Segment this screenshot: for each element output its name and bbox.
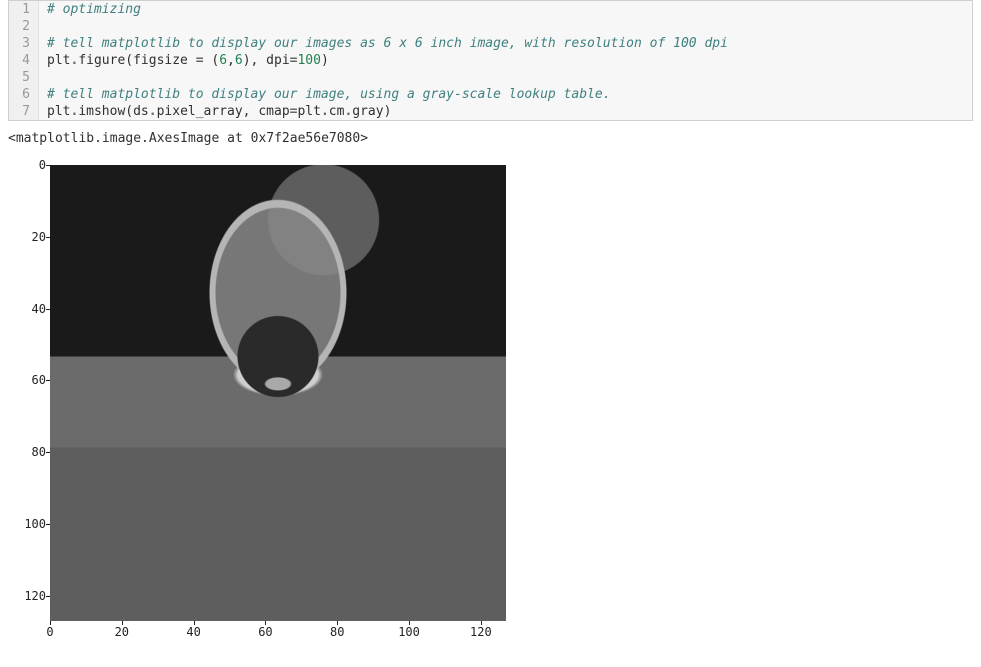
x-tick-label: 60 [258, 625, 272, 639]
y-tick-label: 40 [8, 302, 46, 316]
x-tick-mark [194, 621, 195, 625]
line-number: 1 [9, 1, 39, 18]
y-tick-label: 20 [8, 230, 46, 244]
axes: 020406080100120 020406080100120 [8, 162, 508, 642]
y-tick-mark [46, 309, 50, 310]
code-content[interactable]: # tell matplotlib to display our image, … [39, 86, 611, 103]
x-tick-mark [481, 621, 482, 625]
code-line[interactable]: 5 [9, 69, 972, 86]
code-content[interactable] [39, 18, 55, 35]
x-tick-mark [122, 621, 123, 625]
x-tick-label: 100 [398, 625, 420, 639]
x-tick-mark [409, 621, 410, 625]
output-repr: <matplotlib.image.AxesImage at 0x7f2ae56… [0, 129, 981, 156]
line-number: 4 [9, 52, 39, 69]
code-content[interactable]: plt.imshow(ds.pixel_array, cmap=plt.cm.g… [39, 103, 391, 120]
image-plot [50, 165, 506, 621]
line-number: 3 [9, 35, 39, 52]
x-tick-label: 40 [186, 625, 200, 639]
code-line[interactable]: 3# tell matplotlib to display our images… [9, 35, 972, 52]
line-number: 7 [9, 103, 39, 120]
code-content[interactable]: # optimizing [39, 1, 141, 18]
x-tick-label: 20 [115, 625, 129, 639]
y-tick-label: 120 [8, 589, 46, 603]
code-line[interactable]: 1# optimizing [9, 1, 972, 18]
line-number: 2 [9, 18, 39, 35]
code-line[interactable]: 6# tell matplotlib to display our image,… [9, 86, 972, 103]
y-tick-label: 100 [8, 517, 46, 531]
code-line[interactable]: 2 [9, 18, 972, 35]
code-input-cell[interactable]: 1# optimizing2 3# tell matplotlib to dis… [8, 0, 973, 121]
code-line[interactable]: 4plt.figure(figsize = (6,6), dpi=100) [9, 52, 972, 69]
y-tick-mark [46, 237, 50, 238]
x-tick-label: 0 [46, 625, 53, 639]
code-content[interactable]: # tell matplotlib to display our images … [39, 35, 728, 52]
y-tick-mark [46, 165, 50, 166]
line-number: 5 [9, 69, 39, 86]
y-tick-label: 0 [8, 158, 46, 172]
y-tick-mark [46, 380, 50, 381]
line-number: 6 [9, 86, 39, 103]
code-content[interactable]: plt.figure(figsize = (6,6), dpi=100) [39, 52, 329, 69]
x-tick-mark [265, 621, 266, 625]
y-tick-mark [46, 452, 50, 453]
x-tick-mark [50, 621, 51, 625]
x-tick-label: 80 [330, 625, 344, 639]
x-tick-mark [337, 621, 338, 625]
code-line[interactable]: 7plt.imshow(ds.pixel_array, cmap=plt.cm.… [9, 103, 972, 120]
y-tick-label: 60 [8, 373, 46, 387]
x-tick-label: 120 [470, 625, 492, 639]
code-content[interactable] [39, 69, 55, 86]
y-tick-label: 80 [8, 445, 46, 459]
y-tick-mark [46, 596, 50, 597]
figure-output: 020406080100120 020406080100120 [8, 162, 508, 642]
y-tick-mark [46, 524, 50, 525]
